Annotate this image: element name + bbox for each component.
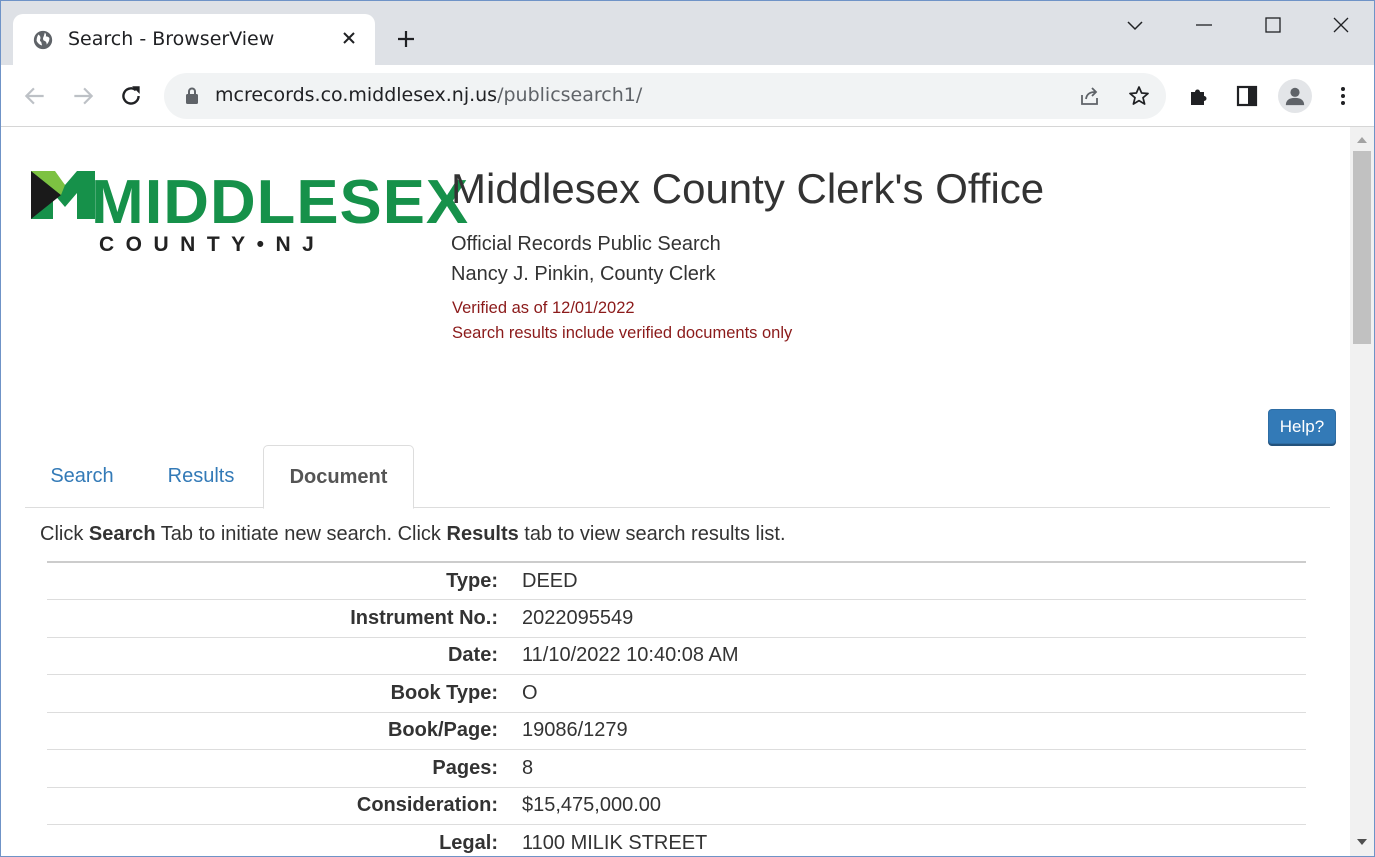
table-row: Legal: 1100 MILIK STREET <box>47 824 1306 856</box>
page-title: Middlesex County Clerk's Office <box>451 165 1045 212</box>
field-label: Type: <box>47 561 522 600</box>
table-row: Consideration: $15,475,000.00 <box>47 786 1306 825</box>
new-tab-icon[interactable] <box>394 27 418 51</box>
maximize-icon[interactable] <box>1261 13 1285 37</box>
page-viewport: MIDDLESEX COUNTY•NJ Middlesex County Cle… <box>1 127 1350 856</box>
page-scrollbar[interactable] <box>1350 127 1374 856</box>
address-bar[interactable]: mcrecords.co.middlesex.nj.us/publicsearc… <box>164 73 1166 119</box>
table-row: Date: 11/10/2022 10:40:08 AM <box>47 636 1306 675</box>
document-details-table: Type: DEED Instrument No.: 2022095549 Date… <box>47 561 1306 856</box>
extensions-puzzle-icon[interactable] <box>1187 84 1211 108</box>
reload-icon[interactable] <box>118 83 144 109</box>
browser-tab[interactable]: Search - BrowserView <box>13 14 375 65</box>
share-icon[interactable] <box>1078 84 1102 108</box>
browser-window: Search - BrowserView mcrecords.co.middle… <box>0 0 1375 857</box>
field-label: Book Type: <box>47 674 522 712</box>
verified-note: Search results include verified document… <box>452 324 793 342</box>
scrollbar-thumb[interactable] <box>1353 151 1371 344</box>
logo-subtitle: COUNTY•NJ <box>99 233 326 256</box>
table-row: Type: DEED <box>47 561 1306 600</box>
field-label: Instrument No.: <box>47 599 522 637</box>
bookmark-star-icon[interactable] <box>1127 84 1151 108</box>
field-value: 8 <box>522 749 1306 787</box>
globe-icon <box>33 30 53 50</box>
help-button[interactable]: Help? <box>1268 409 1336 444</box>
clerk-name: Nancy J. Pinkin, County Clerk <box>451 263 716 285</box>
tab-results[interactable]: Results <box>139 445 263 508</box>
logo-wordmark: MIDDLESEX <box>91 168 470 237</box>
logo-m-mark <box>31 171 95 219</box>
field-value: DEED <box>522 561 1306 600</box>
close-window-icon[interactable] <box>1329 13 1353 37</box>
table-row: Book/Page: 19086/1279 <box>47 711 1306 750</box>
field-label: Book/Page: <box>47 711 522 750</box>
forward-icon[interactable] <box>70 83 96 109</box>
tab-document[interactable]: Document <box>263 445 414 509</box>
profile-avatar[interactable] <box>1278 79 1312 113</box>
browser-toolbar: mcrecords.co.middlesex.nj.us/publicsearc… <box>1 65 1374 127</box>
side-panel-icon[interactable] <box>1235 84 1259 108</box>
page-tabs: Search Results Document <box>25 445 1330 509</box>
table-row: Pages: 8 <box>47 749 1306 787</box>
page-subtitle: Official Records Public Search <box>451 233 721 255</box>
lock-icon[interactable] <box>184 86 200 106</box>
tab-search[interactable]: Search <box>25 445 139 508</box>
tab-strip: Search - BrowserView <box>1 1 1374 65</box>
close-tab-icon[interactable] <box>337 26 361 50</box>
url-text[interactable]: mcrecords.co.middlesex.nj.us/publicsearc… <box>215 84 642 106</box>
tab-title: Search - BrowserView <box>68 28 275 50</box>
scroll-down-arrow-icon[interactable] <box>1356 837 1368 847</box>
person-icon <box>1285 87 1305 106</box>
tab-search-chevron-icon[interactable] <box>1123 13 1147 37</box>
verified-date: Verified as of 12/01/2022 <box>452 299 635 317</box>
minimize-icon[interactable] <box>1192 13 1216 37</box>
field-label: Date: <box>47 636 522 675</box>
field-value: 11/10/2022 10:40:08 AM <box>522 636 1306 675</box>
scroll-up-arrow-icon[interactable] <box>1356 135 1368 145</box>
field-value: $15,475,000.00 <box>522 786 1306 825</box>
back-icon[interactable] <box>22 83 48 109</box>
instructions-text: Click Search Tab to initiate new search.… <box>40 523 786 545</box>
table-row: Book Type: O <box>47 674 1306 712</box>
county-logo: MIDDLESEX COUNTY•NJ <box>31 168 468 261</box>
field-value: O <box>522 674 1306 712</box>
field-value: 1100 MILIK STREET <box>522 824 1306 856</box>
menu-kebab-icon[interactable] <box>1331 84 1355 108</box>
field-value: 2022095549 <box>522 599 1306 637</box>
field-label: Consideration: <box>47 786 522 825</box>
field-value: 19086/1279 <box>522 711 1306 750</box>
field-label: Pages: <box>47 749 522 787</box>
field-label: Legal: <box>47 824 522 856</box>
table-row: Instrument No.: 2022095549 <box>47 599 1306 637</box>
